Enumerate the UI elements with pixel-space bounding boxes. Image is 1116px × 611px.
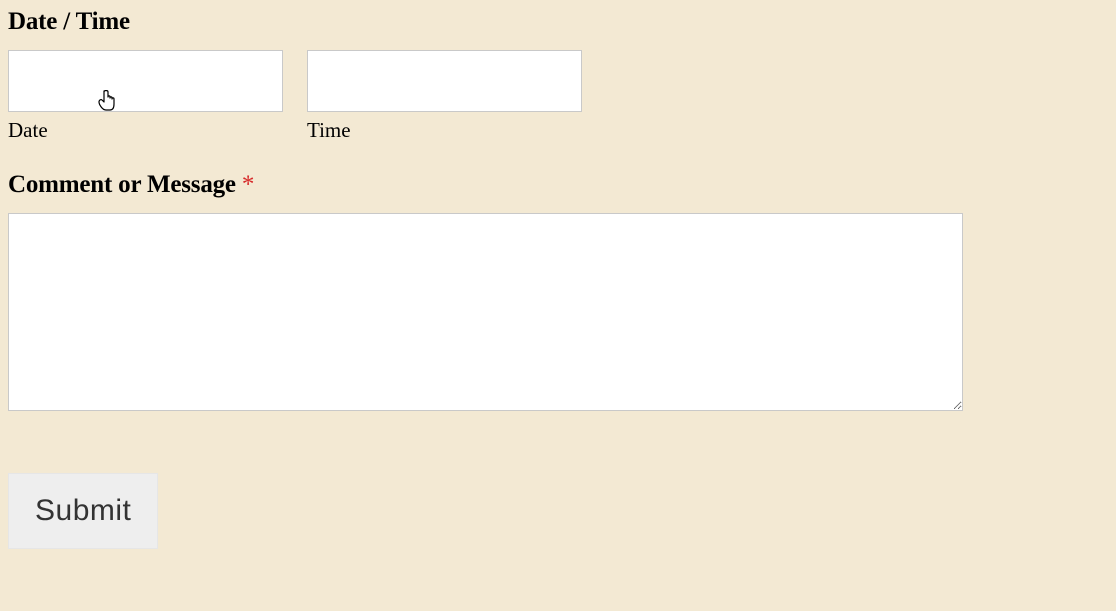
time-col: Time — [307, 50, 582, 143]
time-input[interactable] — [307, 50, 582, 112]
comment-title-text: Comment or Message — [8, 171, 242, 198]
date-col: Date — [8, 50, 283, 143]
submit-button[interactable]: Submit — [8, 473, 158, 549]
date-time-title: Date / Time — [8, 8, 1116, 36]
comment-title: Comment or Message * — [8, 171, 1116, 199]
date-input[interactable] — [8, 50, 283, 112]
comment-textarea[interactable] — [8, 213, 963, 411]
date-label: Date — [8, 118, 283, 143]
comment-group: Comment or Message * — [8, 171, 1116, 411]
date-time-row: Date Time — [8, 50, 1116, 143]
required-asterisk: * — [242, 171, 254, 198]
date-time-group: Date / Time Date Time — [8, 8, 1116, 143]
time-label: Time — [307, 118, 582, 143]
